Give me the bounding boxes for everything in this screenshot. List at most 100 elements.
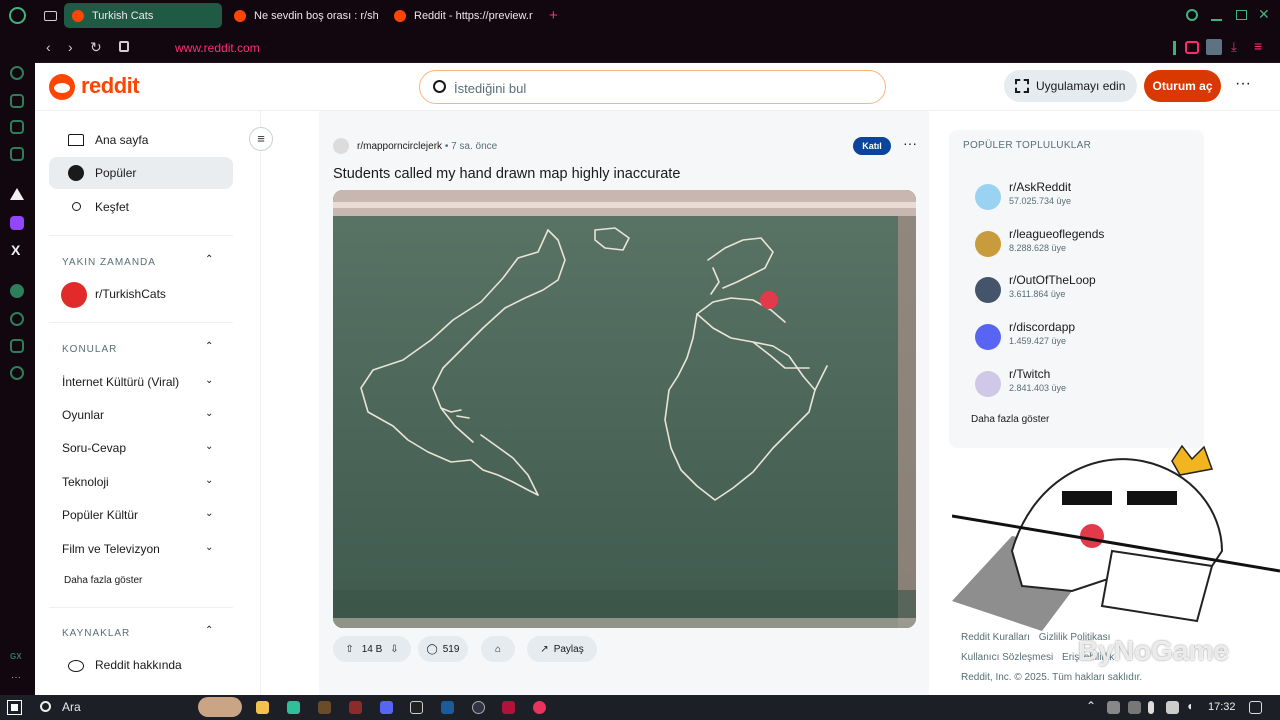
volume-icon[interactable]: ◖ — [1186, 699, 1193, 713]
tab-turkish-cats[interactable]: Turkish Cats — [64, 3, 222, 28]
recent-item-turkishcats[interactable]: r/TurkishCats — [49, 278, 233, 310]
app-icon-1[interactable] — [287, 701, 300, 714]
join-button[interactable]: Katıl — [853, 137, 891, 155]
tray-icon-2[interactable] — [1128, 701, 1141, 714]
sidebar-item-home[interactable]: Ana sayfa — [49, 124, 233, 156]
topic-qa[interactable]: Soru-Cevap — [62, 441, 222, 455]
tray-icon-1[interactable] — [1107, 701, 1120, 714]
award-button[interactable]: ⌂ — [481, 636, 515, 662]
more-options-icon[interactable]: ··· — [1235, 75, 1251, 93]
x-twitter-icon[interactable]: X — [11, 242, 20, 258]
extensions-rail-icon[interactable] — [10, 339, 24, 353]
post-image-chalkboard-map[interactable] — [333, 190, 916, 628]
share-button[interactable]: ↗ Paylaş — [527, 636, 597, 662]
download-icon[interactable]: ⤓ — [1231, 39, 1237, 55]
downvote-icon[interactable]: ⇩ — [390, 644, 398, 655]
microphone-icon[interactable] — [1148, 701, 1154, 714]
community-outoftheloop[interactable]: r/OutOfTheLoop 3.611.864 üye — [975, 273, 1195, 309]
extensions-icon[interactable] — [1173, 41, 1176, 55]
search-input[interactable]: İstediğini bul — [419, 70, 886, 104]
tray-chevron-icon[interactable]: ⌃ — [1086, 699, 1096, 713]
post-more-icon[interactable]: ··· — [903, 135, 917, 151]
forward-icon[interactable]: › — [68, 39, 73, 55]
opera-logo-icon[interactable] — [9, 7, 26, 24]
tab-reddit-preview[interactable]: Reddit - https://preview.r — [386, 3, 538, 28]
topic-pop-culture[interactable]: Popüler Kültür — [62, 508, 222, 522]
resources-heading[interactable]: KAYNAKLAR — [62, 628, 130, 639]
sidebar-item-popular[interactable]: Popüler — [49, 157, 233, 189]
vote-bar[interactable]: ⇧ 14 B ⇩ — [333, 636, 411, 662]
close-icon[interactable]: ✕ — [1258, 6, 1270, 23]
topic-internet-culture[interactable]: İnternet Kültürü (Viral) — [62, 375, 222, 389]
discord-icon[interactable] — [380, 701, 393, 714]
url-field[interactable]: www.reddit.com — [175, 41, 260, 55]
resource-about-reddit[interactable]: Reddit hakkında — [49, 649, 233, 681]
chevron-down-icon[interactable]: ⌄ — [205, 441, 213, 452]
back-icon[interactable]: ‹ — [46, 39, 51, 55]
footer-link-user-agreement[interactable]: Kullanıcı Sözleşmesi — [961, 652, 1053, 663]
weather-widget-icon[interactable] — [198, 697, 242, 717]
chevron-down-icon[interactable]: ⌄ — [205, 408, 213, 419]
chevron-up-icon[interactable]: ⌃ — [205, 341, 213, 352]
search-tabs-icon[interactable] — [1186, 9, 1198, 21]
network-icon[interactable] — [1166, 701, 1179, 714]
arc-icon[interactable] — [10, 188, 24, 200]
speed-dial-icon[interactable] — [10, 66, 24, 80]
login-button[interactable]: Oturum aç — [1144, 70, 1221, 102]
post-title[interactable]: Students called my hand drawn map highly… — [333, 166, 680, 182]
tab-menu-icon[interactable] — [44, 11, 57, 21]
profile-avatar[interactable] — [1206, 39, 1222, 55]
history-icon[interactable] — [10, 312, 24, 326]
more-rail-icon[interactable]: ··· — [11, 672, 21, 683]
chevron-down-icon[interactable]: ⌄ — [205, 508, 213, 519]
topic-games[interactable]: Oyunlar — [62, 408, 222, 422]
recent-heading[interactable]: YAKIN ZAMANDA — [62, 257, 156, 268]
windows-start-icon[interactable] — [7, 700, 22, 715]
community-discordapp[interactable]: r/discordapp 1.459.427 üye — [975, 320, 1195, 356]
twitch-icon[interactable] — [10, 216, 24, 230]
new-tab-button[interactable]: + — [549, 7, 558, 24]
minimize-icon[interactable] — [1211, 19, 1222, 21]
reload-icon[interactable]: ↻ — [90, 39, 102, 55]
collapse-sidebar-button[interactable]: ≡ — [249, 127, 273, 151]
topics-heading[interactable]: KONULAR — [62, 344, 117, 355]
community-askreddit[interactable]: r/AskReddit 57.025.734 üye — [975, 180, 1195, 216]
sidebar-item-explore[interactable]: Keşfet — [49, 191, 233, 223]
settings-icon[interactable] — [10, 366, 24, 380]
chevron-down-icon[interactable]: ⌄ — [205, 542, 213, 553]
chevron-down-icon[interactable]: ⌄ — [205, 375, 213, 386]
chevron-up-icon[interactable]: ⌃ — [205, 625, 213, 636]
steam-icon[interactable] — [441, 701, 454, 714]
community-leagueoflegends[interactable]: r/leagueoflegends 8.288.628 üye — [975, 227, 1195, 263]
app-icon-2[interactable] — [318, 701, 331, 714]
restore-icon[interactable] — [1236, 10, 1247, 20]
puzzle-icon[interactable] — [1185, 41, 1199, 54]
post-subreddit-link[interactable]: r/mapporncirclejerk — [357, 141, 442, 152]
upvote-icon[interactable]: ⇧ — [345, 644, 353, 655]
topic-film-tv[interactable]: Film ve Televizyon — [62, 542, 222, 556]
topic-technology[interactable]: Teknoloji — [62, 475, 222, 489]
app-icon-5[interactable] — [472, 701, 485, 714]
comments-button[interactable]: ◯ 519 — [418, 636, 468, 662]
taskbar-search-icon[interactable] — [40, 701, 51, 712]
tab-ne-sevdin[interactable]: Ne sevdin boş orası : r/sh — [226, 3, 378, 28]
taskbar-clock[interactable]: 17:32 — [1208, 701, 1236, 713]
community-twitch[interactable]: r/Twitch 2.841.403 üye — [975, 367, 1195, 403]
opera-gx-icon[interactable] — [533, 701, 546, 714]
taskbar-search[interactable]: Ara — [62, 700, 81, 714]
gx-corner-icon[interactable] — [10, 120, 24, 134]
footer-link-rules[interactable]: Reddit Kuralları — [961, 632, 1030, 643]
messenger-icon[interactable] — [10, 147, 24, 161]
get-app-button[interactable]: Uygulamayı edin — [1004, 70, 1137, 102]
menu-icon[interactable]: ≡ — [1254, 38, 1262, 54]
notifications-icon[interactable] — [1249, 701, 1262, 714]
chevron-down-icon[interactable]: ⌄ — [205, 475, 213, 486]
player-icon[interactable] — [10, 284, 24, 298]
post-card[interactable]: r/mapporncirclejerk • 7 sa. önce Katıl ·… — [319, 111, 929, 695]
gx-control-icon[interactable] — [10, 94, 24, 108]
reddit-wordmark[interactable]: reddit — [81, 73, 140, 99]
reddit-logo-icon[interactable] — [49, 74, 75, 100]
show-more-topics[interactable]: Daha fazla göster — [64, 575, 224, 586]
file-explorer-icon[interactable] — [256, 701, 269, 714]
chevron-up-icon[interactable]: ⌃ — [205, 254, 213, 265]
